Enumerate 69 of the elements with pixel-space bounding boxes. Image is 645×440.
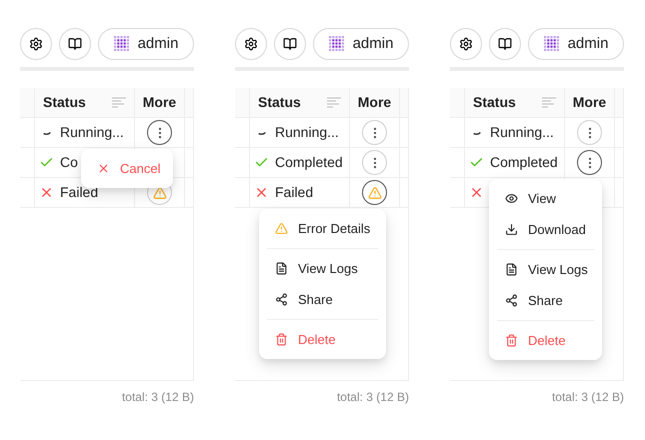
total-text: total: 3 (12 B) — [552, 389, 624, 406]
warning-icon — [152, 186, 166, 200]
status-text: Running... — [490, 123, 554, 142]
status-text: Running... — [275, 123, 339, 142]
more-button[interactable] — [147, 120, 172, 145]
document-icon — [275, 262, 288, 275]
column-title: Status — [473, 93, 516, 112]
grid-logo-icon — [544, 36, 560, 52]
menu-item[interactable]: View — [493, 183, 598, 214]
settings-button[interactable] — [450, 28, 482, 60]
close-icon — [97, 162, 110, 175]
warning-button[interactable] — [362, 180, 387, 205]
status-text: Completed — [490, 153, 558, 172]
grid-logo-icon — [328, 36, 345, 52]
sort-icon — [542, 97, 556, 108]
book-icon — [68, 37, 82, 51]
settings-button[interactable] — [235, 28, 267, 60]
status-text: Failed — [275, 183, 314, 202]
user-name: admin — [352, 34, 394, 54]
user-name: admin — [568, 34, 608, 54]
spinner-icon — [472, 130, 480, 134]
status-text: Failed — [60, 183, 98, 202]
document-icon — [505, 263, 518, 276]
settings-icon — [244, 37, 258, 51]
column-header: More — [135, 88, 185, 117]
menu-item[interactable]: Share — [493, 285, 598, 316]
more-button[interactable] — [577, 150, 602, 175]
docs-button[interactable] — [274, 28, 306, 60]
trash-icon — [505, 334, 518, 347]
user-button[interactable]: admin — [98, 28, 194, 60]
menu-item[interactable]: View Logs — [493, 254, 598, 285]
sort-icon — [112, 97, 126, 108]
total-text: total: 3 (12 B) — [122, 389, 194, 406]
trash-icon — [275, 333, 288, 346]
download-icon — [505, 223, 518, 236]
column-header: More — [565, 88, 615, 117]
book-icon — [283, 37, 297, 51]
column-title: Status — [258, 93, 301, 112]
menu-item[interactable]: View Logs — [263, 253, 382, 284]
status-text: Completed — [275, 153, 343, 172]
docs-button[interactable] — [59, 28, 91, 60]
user-button[interactable]: admin — [528, 28, 624, 60]
spinner-icon — [42, 130, 50, 134]
menu-item[interactable]: Download — [493, 214, 598, 245]
user-button[interactable]: admin — [313, 28, 409, 60]
menu-item[interactable]: Error Details — [263, 213, 382, 244]
menu-item[interactable]: Share — [263, 284, 382, 315]
settings-icon — [459, 37, 473, 51]
settings-icon — [29, 37, 43, 51]
status-text: Co — [60, 153, 78, 172]
spinner-icon — [258, 130, 266, 134]
eye-icon — [505, 192, 518, 205]
cross-icon — [39, 185, 54, 200]
cross-icon — [469, 185, 484, 200]
share-icon — [275, 293, 288, 306]
total-text: total: 3 (12 B) — [336, 389, 409, 406]
user-name: admin — [138, 34, 178, 54]
warning-icon — [368, 186, 382, 200]
settings-button[interactable] — [20, 28, 52, 60]
column-title: Status — [43, 93, 86, 112]
share-icon — [505, 294, 518, 307]
grid-logo-icon — [114, 36, 130, 52]
column-header: More — [350, 88, 400, 117]
docs-button[interactable] — [489, 28, 521, 60]
sort-icon — [327, 97, 341, 108]
book-icon — [498, 37, 512, 51]
cross-icon — [254, 185, 269, 200]
status-text: Running... — [60, 123, 124, 142]
warning-icon — [275, 222, 288, 235]
